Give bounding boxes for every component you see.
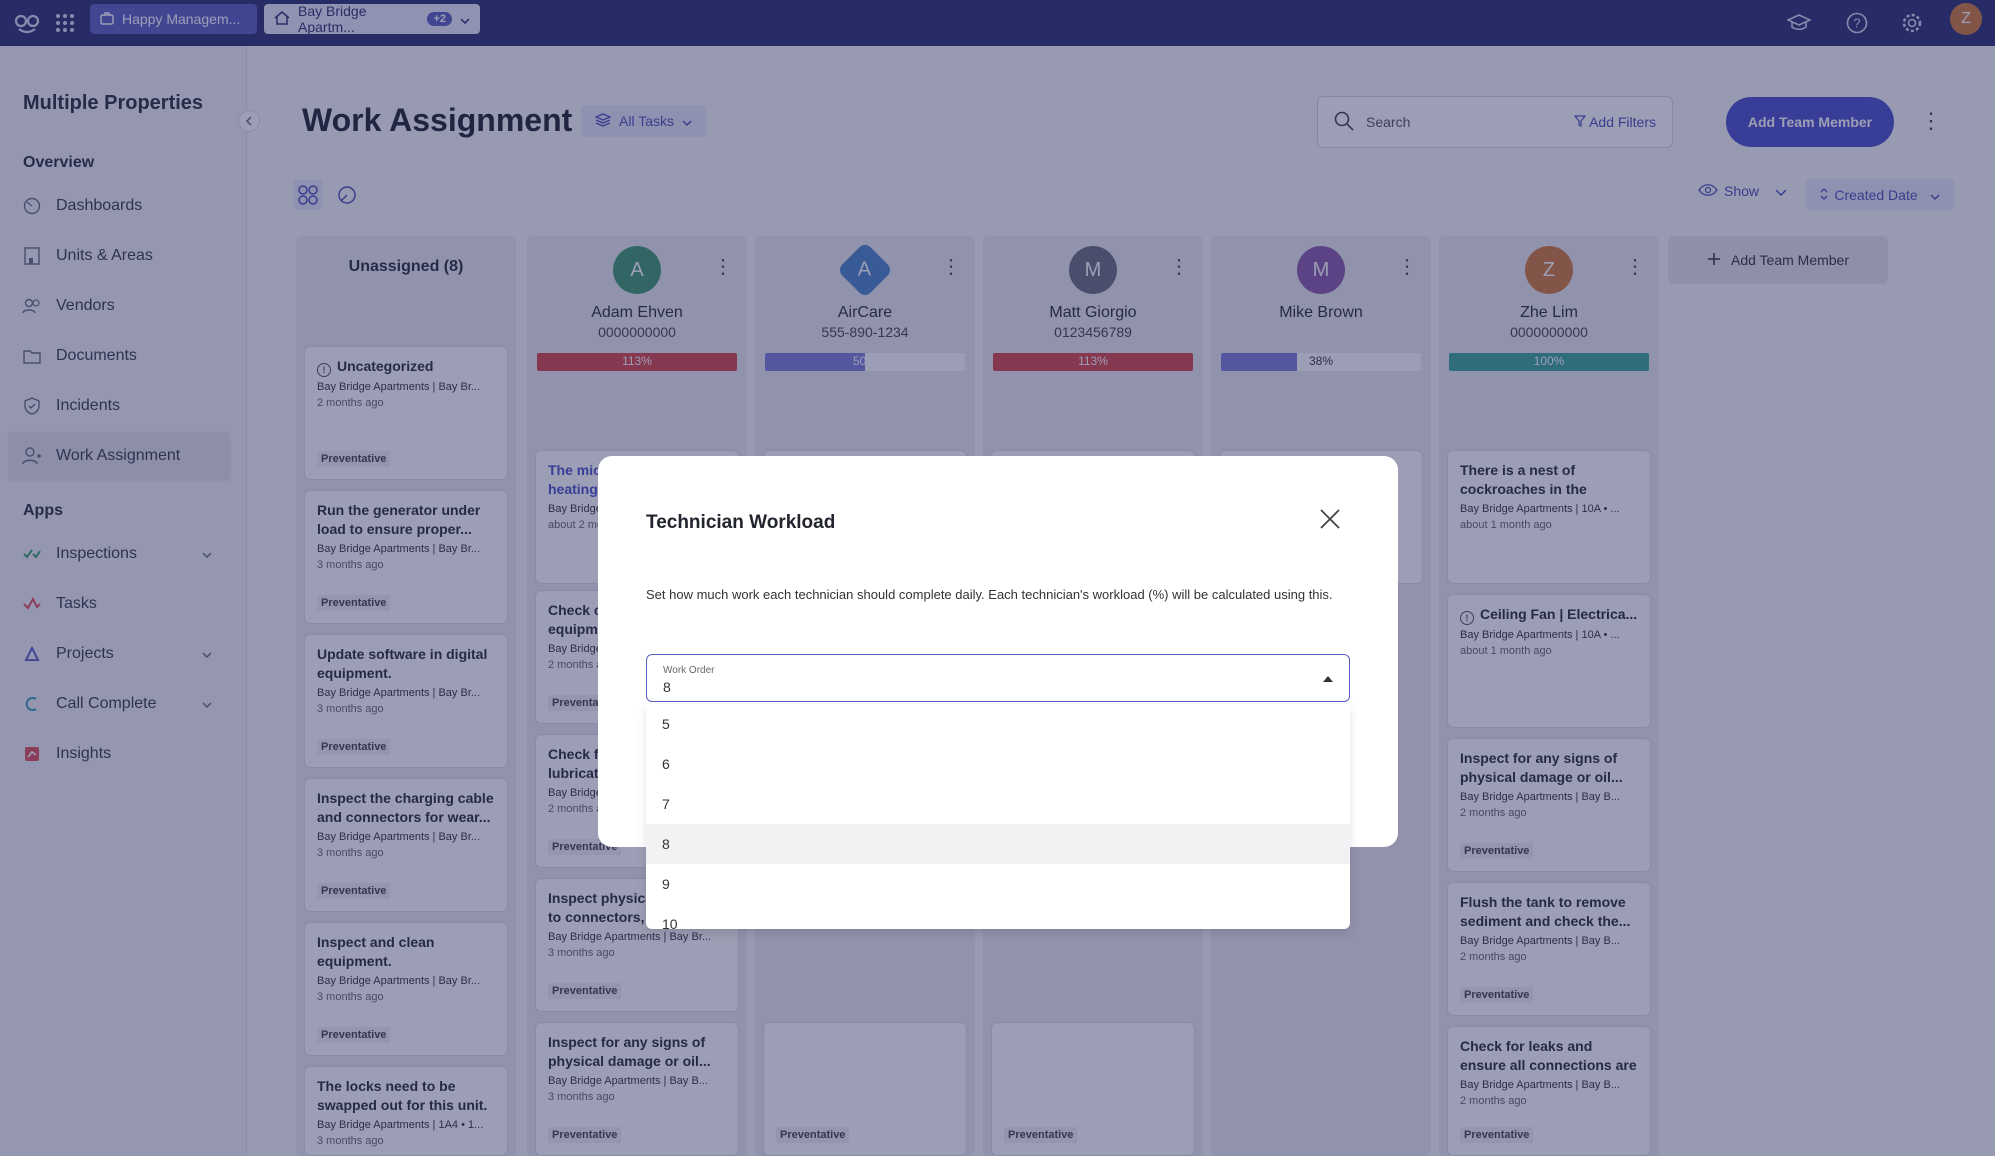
modal-title: Technician Workload bbox=[646, 512, 836, 533]
select-label: Work Order bbox=[663, 665, 715, 676]
option-item[interactable]: 7 bbox=[646, 784, 1350, 824]
option-item[interactable]: 9 bbox=[646, 864, 1350, 904]
modal-description: Set how much work each technician should… bbox=[646, 587, 1333, 602]
option-item[interactable]: 6 bbox=[646, 744, 1350, 784]
option-item[interactable]: 10 bbox=[646, 904, 1350, 929]
work-order-options: 5 6 7 8 9 10 bbox=[646, 704, 1350, 929]
close-icon[interactable] bbox=[1316, 508, 1344, 536]
option-item[interactable]: 5 bbox=[646, 704, 1350, 744]
work-order-select[interactable]: Work Order 8 bbox=[646, 654, 1350, 702]
option-item-selected[interactable]: 8 bbox=[646, 824, 1350, 864]
caret-up-icon bbox=[1323, 671, 1333, 685]
select-value: 8 bbox=[663, 679, 671, 695]
